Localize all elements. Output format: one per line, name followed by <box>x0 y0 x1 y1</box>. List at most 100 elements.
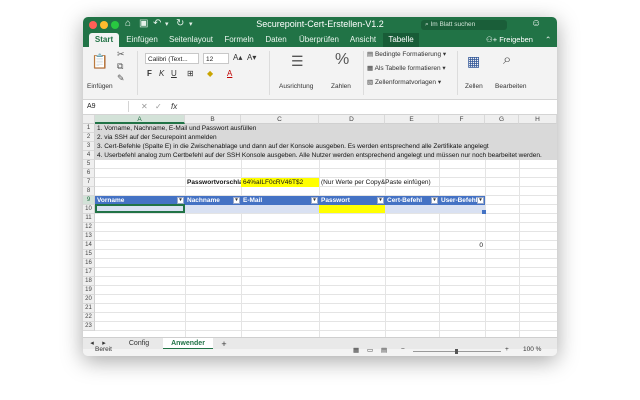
share-button[interactable]: ⚇+ Freigeben <box>486 33 533 47</box>
table-header-cert-befehl[interactable]: Cert-Befehl ▾ <box>385 196 439 205</box>
cells-icon[interactable]: ▦ <box>467 53 480 70</box>
row-header[interactable]: 21 <box>83 304 95 313</box>
zoom-slider-thumb[interactable] <box>455 349 458 354</box>
normal-view-icon[interactable]: ▦ <box>353 346 359 354</box>
row-header[interactable]: 17 <box>83 268 95 277</box>
filter-dropdown-icon[interactable]: ▾ <box>233 197 240 204</box>
borders-icon[interactable]: ⊞ <box>187 69 194 78</box>
password-suggestion-note[interactable]: (Nur Werte per Copy&Paste einfügen) <box>321 178 431 187</box>
page-break-view-icon[interactable]: ▤ <box>381 346 387 354</box>
row-header[interactable]: 22 <box>83 313 95 322</box>
clipboard-paste-icon[interactable]: 📋 <box>91 53 108 70</box>
row-header[interactable]: 4 <box>83 151 95 160</box>
row-header[interactable]: 7 <box>83 178 95 187</box>
cell-f13[interactable]: 0 <box>439 241 483 250</box>
instruction-line[interactable]: 1. Vorname, Nachname, E-Mail und Passwor… <box>97 124 256 133</box>
feedback-smiley-icon[interactable]: ☺ <box>531 18 541 29</box>
find-search-icon[interactable]: ⌕ <box>503 51 511 68</box>
tab-formeln[interactable]: Formeln <box>221 33 257 47</box>
zoom-in-icon[interactable]: + <box>505 346 509 353</box>
cell-styles-button[interactable]: ▧ Zellenformatvorlagen ▾ <box>367 78 441 86</box>
table-header-email[interactable]: E-Mail ▾ <box>241 196 319 205</box>
sheet-search-input[interactable]: ⌕ Im Blatt suchen <box>421 20 507 30</box>
increase-font-icon[interactable]: A▴ <box>233 53 242 62</box>
font-name-select[interactable]: Calibri (Text... <box>145 53 199 64</box>
name-box[interactable]: A9 <box>85 101 129 112</box>
column-header-f[interactable]: F <box>439 115 485 124</box>
column-header-b[interactable]: B <box>185 115 241 124</box>
italic-icon[interactable]: K <box>159 69 164 78</box>
row-header[interactable]: 14 <box>83 241 95 250</box>
tab-daten[interactable]: Daten <box>261 33 291 47</box>
tab-einfuegen[interactable]: Einfügen <box>123 33 161 47</box>
row-header-selected[interactable]: 9 <box>83 196 95 205</box>
alignment-icon[interactable]: ☰ <box>291 53 304 70</box>
tab-start[interactable]: Start <box>89 33 119 47</box>
column-header-g[interactable]: G <box>485 115 519 124</box>
cancel-icon[interactable]: ✕ <box>141 102 148 111</box>
column-header-a[interactable]: A <box>95 115 185 124</box>
row-header[interactable]: 2 <box>83 133 95 142</box>
formula-input[interactable] <box>187 103 547 112</box>
active-cell-a9[interactable] <box>95 204 185 213</box>
collapse-ribbon-icon[interactable]: ⌃ <box>545 33 551 47</box>
filter-dropdown-icon[interactable]: ▾ <box>177 197 184 204</box>
row-header[interactable]: 23 <box>83 322 95 331</box>
row-header[interactable]: 5 <box>83 160 95 169</box>
table-cell-passwort[interactable] <box>319 205 385 213</box>
tab-tabelle[interactable]: Tabelle <box>383 33 419 47</box>
fill-color-icon[interactable]: ◆ <box>207 69 213 78</box>
underline-icon[interactable]: U <box>171 69 177 78</box>
percent-icon[interactable]: % <box>335 51 349 69</box>
table-header-nachname[interactable]: Nachname ▾ <box>185 196 241 205</box>
filter-dropdown-icon[interactable]: ▾ <box>377 197 384 204</box>
row-header[interactable]: 6 <box>83 169 95 178</box>
row-header[interactable]: 13 <box>83 232 95 241</box>
row-header[interactable]: 10 <box>83 205 95 214</box>
table-header-passwort[interactable]: Passwort ▾ <box>319 196 385 205</box>
row-header[interactable]: 12 <box>83 223 95 232</box>
filter-dropdown-icon[interactable]: ▾ <box>431 197 438 204</box>
row-header[interactable]: 15 <box>83 250 95 259</box>
column-header-d[interactable]: D <box>319 115 385 124</box>
row-header[interactable]: 19 <box>83 286 95 295</box>
column-header-h[interactable]: H <box>519 115 557 124</box>
table-resize-handle[interactable] <box>482 210 486 214</box>
copy-icon[interactable]: ⧉ <box>117 61 123 72</box>
format-painter-icon[interactable]: ✎ <box>117 73 125 84</box>
row-header[interactable]: 1 <box>83 124 95 133</box>
select-all-corner[interactable] <box>83 115 95 124</box>
decrease-font-icon[interactable]: A▾ <box>247 53 256 62</box>
format-as-table-button[interactable]: ▦ Als Tabelle formatieren ▾ <box>367 64 446 72</box>
filter-dropdown-icon[interactable]: ▾ <box>311 197 318 204</box>
column-header-e[interactable]: E <box>385 115 439 124</box>
row-header[interactable]: 16 <box>83 259 95 268</box>
tab-ansicht[interactable]: Ansicht <box>347 33 379 47</box>
column-header-c[interactable]: C <box>241 115 319 124</box>
row-header[interactable]: 8 <box>83 187 95 196</box>
confirm-icon[interactable]: ✓ <box>155 102 162 111</box>
font-size-select[interactable]: 12 <box>203 53 229 64</box>
password-suggestion-value[interactable]: 64%aILF0cRV46T$2 <box>241 178 319 187</box>
bold-icon[interactable]: F <box>147 69 152 78</box>
zoom-out-icon[interactable]: − <box>401 346 405 353</box>
table-header-user-befehl[interactable]: User-Befehl ▾ <box>439 196 485 205</box>
page-layout-view-icon[interactable]: ▭ <box>367 346 373 354</box>
zoom-level[interactable]: 100 % <box>523 346 541 353</box>
instruction-line[interactable]: 3. Cert-Befehle (Spalte E) in die Zwisch… <box>97 142 489 151</box>
instruction-line[interactable]: 4. Userbefehl analog zum Certbefehl auf … <box>97 151 542 160</box>
row-header[interactable]: 11 <box>83 214 95 223</box>
tab-seitenlayout[interactable]: Seitenlayout <box>165 33 217 47</box>
row-header[interactable]: 18 <box>83 277 95 286</box>
row-header[interactable]: 20 <box>83 295 95 304</box>
row-header[interactable]: 3 <box>83 142 95 151</box>
font-color-icon[interactable]: A <box>227 69 232 78</box>
insert-function-button[interactable]: fx <box>171 102 177 111</box>
conditional-formatting-button[interactable]: ▤ Bedingte Formatierung ▾ <box>367 50 446 58</box>
filter-dropdown-icon[interactable]: ▾ <box>477 197 484 204</box>
spreadsheet-grid[interactable]: A B C D E F G H 1 2 3 4 5 6 7 8 9 10 11 … <box>83 115 557 337</box>
cut-icon[interactable]: ✂ <box>117 49 125 60</box>
tab-ueberpruefen[interactable]: Überprüfen <box>295 33 343 47</box>
password-suggestion-label[interactable]: Passwortvorschlag <box>187 178 247 187</box>
instruction-line[interactable]: 2. via SSH auf der Securepoint anmelden <box>97 133 217 142</box>
